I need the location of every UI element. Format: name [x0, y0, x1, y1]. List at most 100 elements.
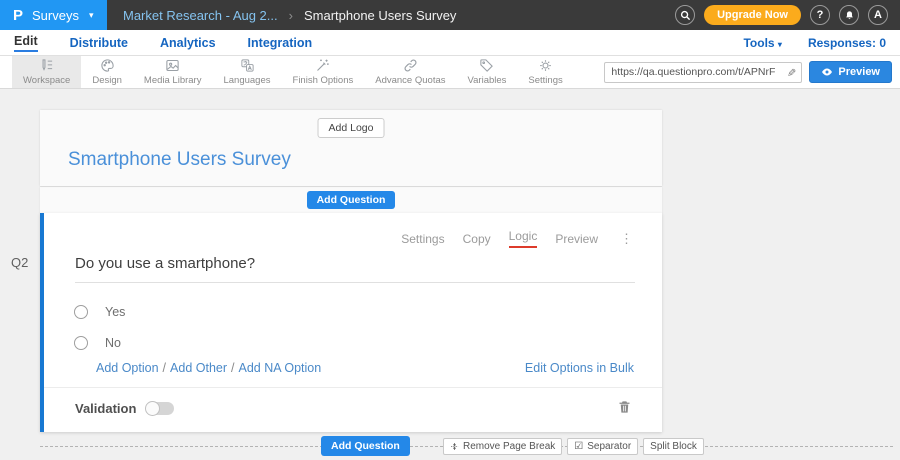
- languages-icon: [240, 58, 255, 73]
- upgrade-now-button[interactable]: Upgrade Now: [704, 5, 801, 25]
- option-label-no[interactable]: No: [105, 336, 121, 350]
- add-other-link[interactable]: Add Other: [170, 361, 227, 375]
- breadcrumb: Market Research - Aug 2... › Smartphone …: [123, 8, 456, 23]
- trash-icon: [617, 399, 632, 415]
- add-question-button-bottom[interactable]: Add Question: [321, 436, 410, 456]
- product-name: Surveys: [32, 8, 79, 23]
- toolbar-tab-label: Variables: [468, 75, 507, 86]
- option-links: Add Option/Add Other/Add NA Option: [96, 361, 321, 375]
- preview-label: Preview: [838, 66, 880, 78]
- radio-button-yes[interactable]: [74, 305, 88, 319]
- question-tab-preview[interactable]: Preview: [555, 232, 598, 246]
- survey-canvas: Q2 Add Logo Smartphone Users Survey Add …: [0, 89, 900, 460]
- nav-tab-integration[interactable]: Integration: [248, 36, 313, 50]
- workspace-toolbar: Workspace Design Media Library Languages…: [0, 56, 900, 89]
- top-bar: P Surveys ▾ Market Research - Aug 2... ›…: [0, 0, 900, 30]
- separator-label: Separator: [587, 441, 631, 452]
- edit-options-in-bulk-link[interactable]: Edit Options in Bulk: [525, 361, 634, 375]
- radio-button-no[interactable]: [74, 336, 88, 350]
- question-block: Settings Copy Logic Preview ⋮ Do you use…: [40, 213, 662, 432]
- add-na-option-link[interactable]: Add NA Option: [239, 361, 322, 375]
- survey-header: Add Logo Smartphone Users Survey: [40, 110, 662, 186]
- separator-button[interactable]: ☑ Separator: [567, 438, 638, 455]
- caret-down-icon: ▾: [89, 10, 94, 21]
- add-question-button-top[interactable]: Add Question: [307, 191, 396, 209]
- tools-menu[interactable]: Tools ▾: [743, 36, 781, 50]
- remove-page-break-button[interactable]: Remove Page Break: [443, 438, 562, 455]
- eye-icon: [821, 66, 833, 78]
- validation-toggle[interactable]: [146, 402, 174, 415]
- checkbox-checked-icon: ☑: [574, 441, 583, 452]
- toolbar-tab-design[interactable]: Design: [81, 56, 133, 88]
- nav-tab-edit[interactable]: Edit: [14, 34, 38, 52]
- responses-link[interactable]: Responses: 0: [808, 36, 886, 50]
- toggle-knob: [145, 401, 160, 416]
- survey-url-input[interactable]: [605, 66, 781, 78]
- survey-url-box: ✎: [604, 62, 802, 83]
- validation-label: Validation: [75, 401, 136, 416]
- toolbar-tab-finish-options[interactable]: Finish Options: [282, 56, 365, 88]
- delete-question-button[interactable]: [617, 399, 632, 420]
- toolbar-tab-label: Workspace: [23, 75, 70, 86]
- toolbar-right: ✎ Preview: [604, 56, 900, 88]
- toolbar-tab-label: Settings: [528, 75, 562, 86]
- validation-row: Validation: [75, 401, 174, 416]
- preview-button[interactable]: Preview: [809, 61, 892, 83]
- responses-label: Responses:: [808, 36, 876, 50]
- tools-label: Tools: [743, 36, 774, 50]
- nav-items: Edit Distribute Analytics Integration: [14, 34, 312, 52]
- main-nav: Edit Distribute Analytics Integration To…: [0, 30, 900, 56]
- split-block-label: Split Block: [650, 441, 697, 452]
- toolbar-tab-languages[interactable]: Languages: [212, 56, 281, 88]
- toolbar-tab-label: Languages: [223, 75, 270, 86]
- workspace-icon: [39, 58, 54, 73]
- question-tab-logic[interactable]: Logic: [509, 229, 538, 248]
- top-actions: Upgrade Now ? A: [675, 5, 900, 25]
- answer-option-row: No: [74, 336, 121, 350]
- toolbar-tab-settings[interactable]: Settings: [517, 56, 573, 88]
- questionpro-survey-editor: P Surveys ▾ Market Research - Aug 2... ›…: [0, 0, 900, 460]
- help-button[interactable]: ?: [810, 5, 830, 25]
- toolbar-tab-variables[interactable]: Variables: [457, 56, 518, 88]
- answer-option-row: Yes: [74, 305, 125, 319]
- nav-right: Tools ▾ Responses: 0: [743, 36, 886, 50]
- avatar[interactable]: A: [868, 5, 888, 25]
- split-block-button[interactable]: Split Block: [643, 438, 704, 455]
- breadcrumb-separator-icon: ›: [289, 8, 293, 23]
- responses-count: 0: [879, 36, 886, 50]
- option-label-yes[interactable]: Yes: [105, 305, 125, 319]
- breadcrumb-survey-name: Smartphone Users Survey: [304, 8, 456, 23]
- toolbar-tab-label: Advance Quotas: [375, 75, 445, 86]
- tag-icon: [479, 58, 494, 73]
- magic-wand-icon: [315, 58, 330, 73]
- toolbar-tab-media-library[interactable]: Media Library: [133, 56, 213, 88]
- surveys-product-menu[interactable]: P Surveys ▾: [0, 0, 107, 30]
- questionpro-logo: P: [13, 8, 23, 23]
- toolbar-tabs: Workspace Design Media Library Languages…: [12, 56, 574, 88]
- edit-url-pencil-icon[interactable]: ✎: [785, 62, 798, 82]
- toolbar-tab-label: Media Library: [144, 75, 202, 86]
- question-text[interactable]: Do you use a smartphone?: [75, 255, 635, 283]
- survey-title[interactable]: Smartphone Users Survey: [68, 149, 291, 171]
- question-tab-copy[interactable]: Copy: [463, 232, 491, 246]
- nav-tab-analytics[interactable]: Analytics: [160, 36, 216, 50]
- page-break-icon: [450, 442, 459, 451]
- chain-link-icon: [403, 58, 418, 73]
- toolbar-tab-workspace[interactable]: Workspace: [12, 56, 81, 88]
- image-icon: [165, 58, 180, 73]
- remove-page-break-label: Remove Page Break: [463, 441, 555, 452]
- breadcrumb-folder[interactable]: Market Research - Aug 2...: [123, 8, 278, 23]
- notifications-button[interactable]: [839, 5, 859, 25]
- question-number: Q2: [11, 255, 28, 270]
- toolbar-tab-advance-quotas[interactable]: Advance Quotas: [364, 56, 456, 88]
- palette-icon: [100, 58, 115, 73]
- search-button[interactable]: [675, 5, 695, 25]
- kebab-menu-icon[interactable]: ⋮: [620, 231, 634, 247]
- question-tab-settings[interactable]: Settings: [401, 232, 444, 246]
- survey-card: Add Logo Smartphone Users Survey Add Que…: [40, 110, 662, 432]
- nav-tab-distribute[interactable]: Distribute: [70, 36, 128, 50]
- add-option-link[interactable]: Add Option: [96, 361, 159, 375]
- toolbar-tab-label: Finish Options: [293, 75, 354, 86]
- search-icon: [680, 10, 691, 21]
- add-logo-button[interactable]: Add Logo: [318, 118, 385, 138]
